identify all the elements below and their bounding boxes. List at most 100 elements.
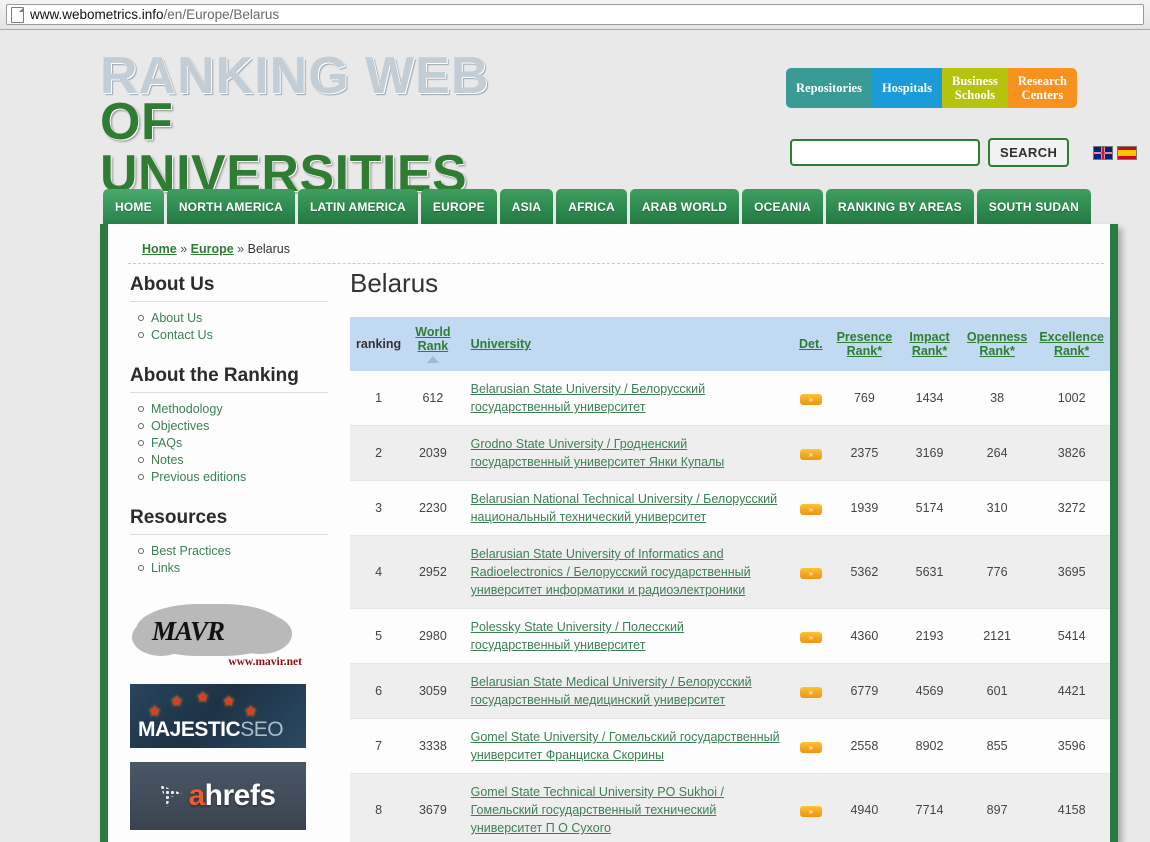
column-header-det[interactable]: Det.: [791, 317, 831, 371]
university-link[interactable]: Gomel State Technical University PO Sukh…: [471, 785, 724, 835]
nav-tab-africa[interactable]: AFRICA: [556, 189, 627, 224]
column-header-impact-link[interactable]: Impact Rank*: [909, 330, 949, 358]
details-chevron-icon[interactable]: »: [799, 449, 822, 460]
university-link[interactable]: Polessky State University / Полесский го…: [471, 620, 684, 652]
column-header-presence-link[interactable]: Presence Rank*: [837, 330, 893, 358]
sidebar: About Us About Us Contact Us About the R…: [108, 224, 340, 842]
column-header-excellence-rank[interactable]: Excellence Rank*: [1033, 317, 1110, 371]
table-header: ranking World Rank University Det. Prese…: [350, 317, 1110, 371]
cell-presence-rank: 769: [830, 371, 899, 426]
nav-tab-europe[interactable]: EUROPE: [420, 189, 497, 224]
category-button-research-centers[interactable]: Research Centers: [1007, 68, 1077, 108]
column-header-excellence-link[interactable]: Excellence Rank*: [1039, 330, 1104, 358]
sidebar-item-links[interactable]: Links: [151, 561, 180, 575]
cell-university: Polessky State University / Полесский го…: [458, 608, 792, 664]
nav-tab-south-sudan[interactable]: SOUTH SUDAN: [976, 189, 1091, 224]
category-button-hospitals[interactable]: Hospitals: [871, 68, 942, 108]
table-row: 5 2980 Polessky State University / Полесск…: [350, 608, 1110, 664]
category-button-repositories[interactable]: Repositories: [786, 68, 872, 108]
sidebar-list-about-the-ranking: Methodology Objectives FAQs Notes Previo…: [130, 401, 340, 485]
url-bar[interactable]: www.webometrics.info/en/Europe/Belarus: [6, 4, 1144, 25]
column-header-university-link[interactable]: University: [471, 337, 531, 351]
majestic-seo-logo[interactable]: ★ ★ ★ ★ ★ MAJESTICSEO: [130, 684, 306, 748]
impact-line-2: Rank*: [911, 344, 948, 358]
category-button-business-schools-label: Business Schools: [951, 73, 998, 102]
spanish-flag-icon[interactable]: [1117, 145, 1138, 160]
details-chevron-icon[interactable]: »: [799, 806, 822, 817]
english-flag-icon[interactable]: [1093, 145, 1114, 160]
university-link[interactable]: Grodno State University / Гродненский го…: [471, 437, 725, 469]
nav-tab-home[interactable]: HOME: [103, 189, 164, 224]
university-link[interactable]: Belarusian State University / Белорусски…: [471, 382, 705, 414]
breadcrumb: Home » Europe » Belarus: [142, 242, 290, 256]
sidebar-item-about-us[interactable]: About Us: [151, 311, 202, 325]
cell-det: »: [791, 663, 831, 719]
openness-line-1: Openness: [966, 330, 1028, 344]
university-link[interactable]: Belarusian National Technical University…: [471, 492, 778, 524]
column-header-impact-rank[interactable]: Impact Rank*: [898, 317, 961, 371]
university-link[interactable]: Belarusian State University of Informati…: [471, 547, 751, 597]
column-header-openness-link[interactable]: Openness Rank*: [967, 330, 1027, 358]
ahrefs-logo[interactable]: ahrefs: [130, 762, 306, 830]
column-header-spacer: [708, 317, 792, 371]
main-navigation: HOME NORTH AMERICA LATIN AMERICA EUROPE …: [103, 189, 1091, 224]
column-header-world-rank-link[interactable]: World Rank: [415, 325, 450, 353]
column-header-world-rank[interactable]: World Rank: [407, 317, 459, 371]
nav-tab-oceania[interactable]: OCEANIA: [742, 189, 823, 224]
ahrefs-wordmark: ahrefs: [188, 779, 276, 813]
cell-impact-rank: 5631: [898, 535, 961, 609]
breadcrumb-separator-1: »: [176, 242, 191, 256]
university-link[interactable]: Gomel State University / Гомельский госу…: [471, 730, 780, 762]
url-text: www.webometrics.info/en/Europe/Belarus: [30, 7, 279, 22]
column-header-openness-rank[interactable]: Openness Rank*: [960, 317, 1034, 371]
column-header-university[interactable]: University: [458, 317, 709, 371]
search-button[interactable]: SEARCH: [988, 138, 1070, 167]
cell-ranking: 1: [350, 371, 408, 426]
university-link[interactable]: Belarusian State Medical University / Бе…: [471, 675, 752, 707]
cell-excellence-rank: 3272: [1033, 480, 1110, 536]
language-selector: [1093, 145, 1138, 160]
breadcrumb-home[interactable]: Home: [142, 242, 177, 256]
details-chevron-icon[interactable]: »: [799, 687, 822, 698]
category-button-business-schools[interactable]: Business Schools: [941, 68, 1008, 108]
cell-university: Belarusian State Medical University / Бе…: [458, 663, 792, 719]
details-chevron-icon[interactable]: »: [799, 568, 822, 579]
nav-tab-ranking-by-areas[interactable]: RANKING BY AREAS: [825, 189, 974, 224]
cell-presence-rank: 6779: [830, 663, 899, 719]
table-row: 7 3338 Gomel State University / Гомельский…: [350, 718, 1110, 774]
details-chevron-icon[interactable]: »: [799, 504, 822, 515]
sidebar-item-methodology[interactable]: Methodology: [151, 402, 223, 416]
table-row: 8 3679 Gomel State Technical University PO…: [350, 773, 1110, 842]
details-chevron-icon[interactable]: »: [799, 632, 822, 643]
sidebar-item-best-practices[interactable]: Best Practices: [151, 544, 231, 558]
cell-presence-rank: 4940: [830, 773, 899, 842]
column-header-presence-rank[interactable]: Presence Rank*: [830, 317, 899, 371]
column-header-det-link[interactable]: Det.: [799, 337, 823, 351]
mavir-logo[interactable]: MAVR www.mavir.net: [130, 596, 306, 670]
nav-tab-north-america[interactable]: NORTH AMERICA: [166, 189, 295, 224]
mavir-url-text: www.mavir.net: [228, 656, 302, 668]
sidebar-item-faqs[interactable]: FAQs: [151, 436, 182, 450]
cell-excellence-rank: 3695: [1033, 535, 1110, 609]
cell-excellence-rank: 5414: [1033, 608, 1110, 664]
details-chevron-icon[interactable]: »: [799, 394, 822, 405]
sidebar-item-previous-editions[interactable]: Previous editions: [151, 470, 246, 484]
category-button-hospitals-label: Hospitals: [881, 80, 932, 95]
sidebar-item-objectives[interactable]: Objectives: [151, 419, 209, 433]
cell-impact-rank: 3169: [898, 425, 961, 481]
details-chevron-icon[interactable]: »: [799, 742, 822, 753]
nav-tab-arab-world[interactable]: ARAB WORLD: [629, 189, 740, 224]
search-input[interactable]: [790, 139, 980, 166]
list-item: Notes: [138, 452, 340, 468]
nav-tab-latin-america[interactable]: LATIN AMERICA: [297, 189, 418, 224]
breadcrumb-europe[interactable]: Europe: [191, 242, 234, 256]
ahrefs-word-1: a: [188, 779, 205, 812]
sidebar-item-contact-us[interactable]: Contact Us: [151, 328, 213, 342]
nav-tab-asia[interactable]: ASIA: [499, 189, 554, 224]
site-logo[interactable]: RANKING WEB OF UNIVERSITIES: [100, 50, 540, 200]
list-item: Best Practices: [138, 543, 340, 559]
cell-excellence-rank: 3826: [1033, 425, 1110, 481]
cell-world-rank: 2230: [407, 480, 459, 536]
sidebar-item-notes[interactable]: Notes: [151, 453, 184, 467]
cell-openness-rank: 601: [960, 663, 1034, 719]
